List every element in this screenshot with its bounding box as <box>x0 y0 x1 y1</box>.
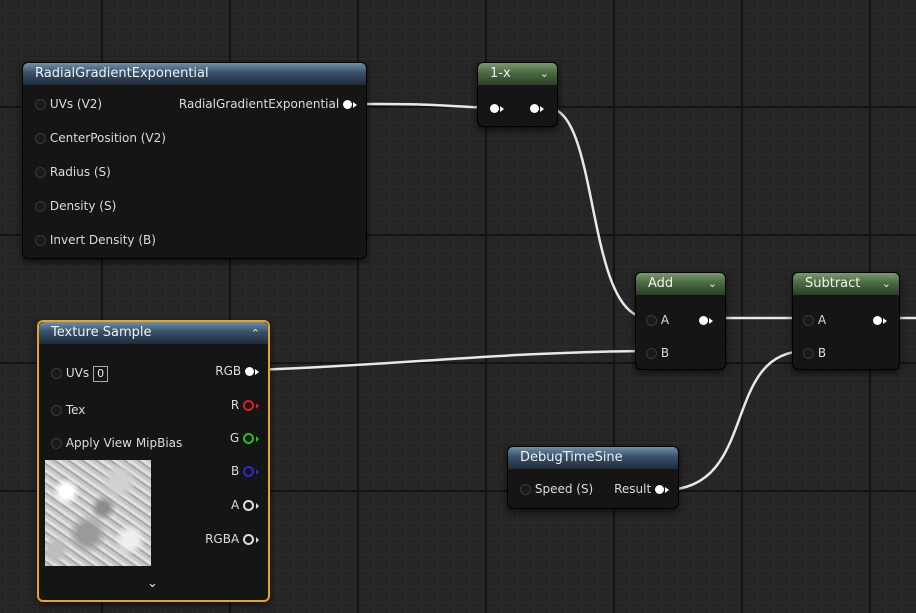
pin-texture-uvs[interactable]: UVs 0 <box>51 366 109 382</box>
pin-output-radial[interactable]: RadialGradientExponential <box>179 97 357 111</box>
subtract-header[interactable]: Subtract ⌄ <box>793 273 899 295</box>
input-pin-icon[interactable] <box>803 348 814 359</box>
input-pin-icon[interactable] <box>35 99 46 110</box>
pin-radius[interactable]: Radius (S) <box>35 165 111 179</box>
pin-subtract-output[interactable] <box>873 313 887 327</box>
pin-output-rgb[interactable]: RGB <box>215 364 259 378</box>
subtract-node[interactable]: Subtract ⌄ A B <box>792 272 900 370</box>
one-minus-node[interactable]: 1-x ⌄ <box>477 62 558 127</box>
one-minus-header[interactable]: 1-x ⌄ <box>478 63 557 85</box>
input-pin-icon[interactable] <box>646 315 657 326</box>
input-pin-icon[interactable] <box>51 405 62 416</box>
radial-gradient-node[interactable]: RadialGradientExponential UVs (V2) Cente… <box>22 62 367 259</box>
input-pin-icon[interactable] <box>51 368 62 379</box>
output-pin-icon[interactable] <box>243 466 259 477</box>
add-header[interactable]: Add ⌄ <box>636 273 725 295</box>
pin-subtract-a[interactable]: A <box>803 313 826 327</box>
pin-add-output[interactable] <box>699 313 713 327</box>
pin-add-a[interactable]: A <box>646 313 669 327</box>
pin-output-b[interactable]: B <box>231 464 259 478</box>
input-pin-icon[interactable] <box>35 167 46 178</box>
pin-result[interactable]: Result <box>614 482 669 496</box>
node-title: 1-x <box>490 66 511 81</box>
chevron-down-icon[interactable]: ⌄ <box>147 576 158 591</box>
pin-output-g[interactable]: G <box>230 431 259 445</box>
input-pin-icon[interactable] <box>35 201 46 212</box>
pin-texture-tex[interactable]: Tex <box>51 403 85 417</box>
output-pin-icon[interactable] <box>243 433 259 444</box>
chevron-down-icon[interactable]: ⌄ <box>540 63 549 85</box>
wire-texture-rgb-to-add-b <box>253 349 649 372</box>
node-title: Add <box>648 276 674 291</box>
output-pin-icon[interactable] <box>873 316 887 325</box>
chevron-down-icon[interactable]: ⌄ <box>882 273 891 295</box>
input-pin-icon[interactable] <box>51 438 62 449</box>
pin-texture-mipbias[interactable]: Apply View MipBias <box>51 436 182 450</box>
pin-output-a[interactable]: A <box>231 498 259 512</box>
uvs-value-field[interactable]: 0 <box>93 366 109 382</box>
pin-invert-density[interactable]: Invert Density (B) <box>35 233 156 247</box>
output-pin-icon[interactable] <box>655 485 669 494</box>
debug-time-sine-header[interactable]: DebugTimeSine <box>508 447 678 469</box>
pin-density[interactable]: Density (S) <box>35 199 116 213</box>
output-pin-icon[interactable] <box>530 104 544 113</box>
wire-debugsine-to-subtract-b <box>663 349 807 492</box>
node-title: DebugTimeSine <box>520 450 623 465</box>
pin-uvs-v2[interactable]: UVs (V2) <box>35 97 102 111</box>
chevron-up-icon[interactable]: ⌃ <box>251 323 260 345</box>
output-pin-icon[interactable] <box>243 534 259 545</box>
input-pin-icon[interactable] <box>35 133 46 144</box>
node-title: RadialGradientExponential <box>35 66 209 81</box>
pin-output-r[interactable]: R <box>231 398 259 412</box>
node-title: Texture Sample <box>51 325 152 340</box>
texture-sample-header[interactable]: Texture Sample ⌃ <box>39 322 268 344</box>
texture-sample-node[interactable]: Texture Sample ⌃ UVs 0 Tex Apply View Mip… <box>37 320 270 602</box>
node-title: Subtract <box>805 276 861 291</box>
input-pin-icon[interactable] <box>35 235 46 246</box>
chevron-down-icon[interactable]: ⌄ <box>708 273 717 295</box>
output-pin-icon[interactable] <box>245 367 259 376</box>
pin-one-minus-output[interactable] <box>530 101 544 115</box>
wire-oneminus-to-add-a <box>547 106 649 320</box>
pin-center-position[interactable]: CenterPosition (V2) <box>35 131 166 145</box>
input-pin-icon[interactable] <box>520 484 531 495</box>
texture-preview-thumbnail[interactable] <box>45 460 151 566</box>
add-node[interactable]: Add ⌄ A B <box>635 272 726 370</box>
input-pin-icon[interactable] <box>646 348 657 359</box>
wire-radial-to-oneminus <box>355 102 489 110</box>
pin-output-rgba[interactable]: RGBA <box>205 532 259 546</box>
output-pin-icon[interactable] <box>699 316 713 325</box>
pin-subtract-b[interactable]: B <box>803 346 826 360</box>
input-pin-icon[interactable] <box>490 104 504 113</box>
debug-time-sine-node[interactable]: DebugTimeSine Speed (S) Result <box>507 446 679 509</box>
input-pin-icon[interactable] <box>803 315 814 326</box>
pin-one-minus-input[interactable] <box>490 101 504 115</box>
output-pin-icon[interactable] <box>243 500 259 511</box>
radial-gradient-header[interactable]: RadialGradientExponential <box>23 63 366 85</box>
pin-add-b[interactable]: B <box>646 346 669 360</box>
output-pin-icon[interactable] <box>343 100 357 109</box>
output-pin-icon[interactable] <box>243 400 259 411</box>
pin-speed[interactable]: Speed (S) <box>520 482 593 496</box>
